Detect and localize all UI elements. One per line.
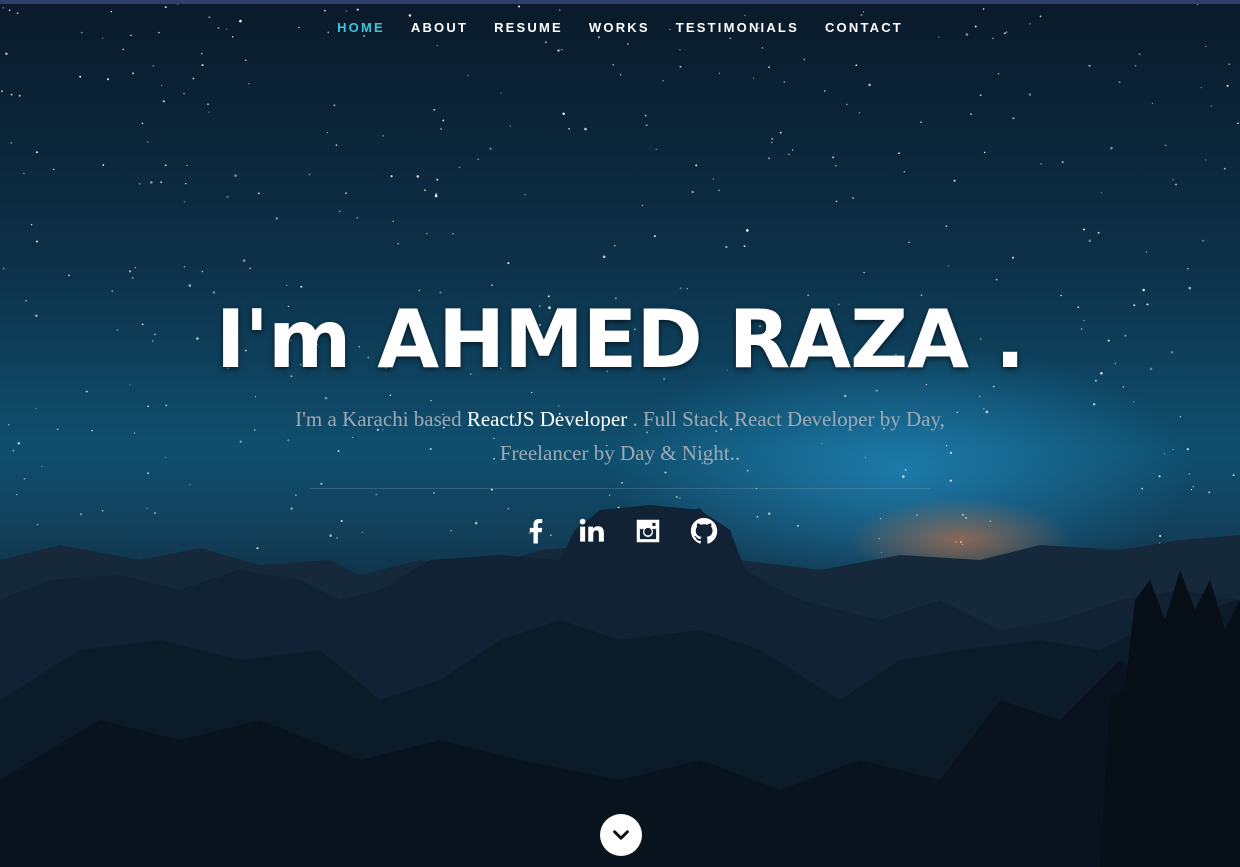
main-navigation: HOME ABOUT RESUME WORKS TESTIMONIALS CON… [0,18,1240,37]
instagram-link[interactable] [631,514,665,548]
instagram-icon [636,519,660,543]
github-icon [690,517,718,544]
facebook-link[interactable] [519,514,553,548]
nav-resume[interactable]: RESUME [481,18,576,37]
nav-about[interactable]: ABOUT [398,18,481,37]
tagline: I'm a Karachi based ReactJS Developer . … [260,402,980,470]
banner-text: I'm AHMED RAZA . I'm a Karachi based Rea… [0,292,1240,489]
tagline-prefix: I'm a Karachi based [295,407,462,431]
tagline-highlight: ReactJS Developer [466,407,628,431]
top-border [0,0,1240,4]
hero-banner: HOME ABOUT RESUME WORKS TESTIMONIALS CON… [0,0,1240,867]
scroll-down-button[interactable] [600,814,642,856]
chevron-down-icon [613,830,629,840]
linkedin-icon [579,518,604,542]
nav-contact[interactable]: CONTACT [812,18,916,37]
linkedin-link[interactable] [575,514,609,548]
divider [310,488,930,489]
facebook-icon [529,519,543,544]
github-link[interactable] [687,514,721,548]
nav-testimonials[interactable]: TESTIMONIALS [663,18,812,37]
social-links [0,514,1240,548]
nav-works[interactable]: WORKS [576,18,663,37]
nav-home[interactable]: HOME [324,18,398,37]
page-title: I'm AHMED RAZA . [215,293,1026,386]
